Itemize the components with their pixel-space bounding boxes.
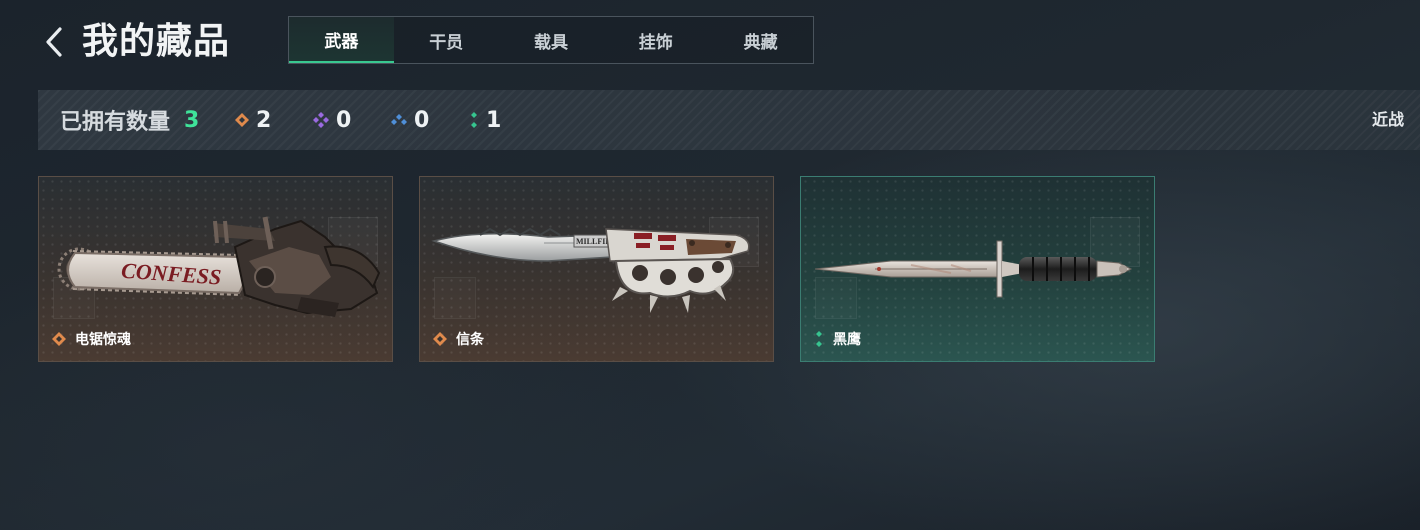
chainsaw-icon: CONFESS [57, 216, 381, 317]
rarity-count-value: 2 [256, 107, 272, 133]
tab-operators[interactable]: 干员 [394, 17, 499, 63]
owned-count-label: 已拥有数量 [60, 110, 171, 135]
item-name: 黑鹰 [833, 332, 861, 348]
rarity-count-purple: 0 [312, 108, 380, 133]
chevron-left-icon [46, 27, 62, 57]
item-name: 信条 [456, 332, 484, 348]
collection-item-card[interactable]: CONFESS 电锯惊魂 [38, 176, 393, 362]
collection-item-card[interactable]: MILLFIELD 信条 [419, 176, 774, 362]
tab-vehicles[interactable]: 载具 [499, 17, 604, 63]
blue-diamond-icon [391, 114, 408, 125]
rarity-count-value: 1 [486, 107, 502, 133]
knuckle-knife-icon: MILLFIELD [431, 227, 750, 313]
item-name: 电锯惊魂 [75, 332, 131, 348]
green-dots-icon [471, 112, 478, 128]
orange-diamond-icon [235, 113, 250, 127]
tab-collections[interactable]: 典藏 [708, 17, 813, 63]
ownership-stats-bar: 已拥有数量 3 2 0 0 1 近战 [38, 90, 1420, 150]
item-name-row: 黑鹰 [813, 329, 861, 349]
rarity-count-green: 1 [468, 108, 536, 133]
orange-diamond-icon [52, 332, 66, 346]
back-button[interactable] [40, 22, 68, 62]
orange-diamond-icon [433, 332, 447, 346]
tab-weapons[interactable]: 武器 [289, 17, 394, 63]
tab-charms[interactable]: 挂饰 [603, 17, 708, 63]
purple-diamond-icon [313, 112, 330, 128]
rarity-count-value: 0 [414, 107, 430, 133]
owned-count-total: 3 [184, 107, 200, 133]
collection-item-card[interactable]: 黑鹰 [800, 176, 1155, 362]
green-dots-icon [816, 331, 822, 347]
category-tabs: 武器 干员 载具 挂饰 典藏 [288, 16, 814, 64]
rarity-count-blue: 0 [390, 108, 458, 133]
item-name-row: 信条 [432, 329, 484, 349]
weapon-type-filter[interactable]: 近战 [1372, 90, 1404, 150]
dagger-icon [814, 240, 1133, 298]
rarity-count-orange: 2 [234, 108, 302, 133]
rarity-count-value: 0 [336, 107, 352, 133]
item-name-row: 电锯惊魂 [51, 329, 131, 349]
page-title: 我的藏品 [82, 21, 231, 62]
